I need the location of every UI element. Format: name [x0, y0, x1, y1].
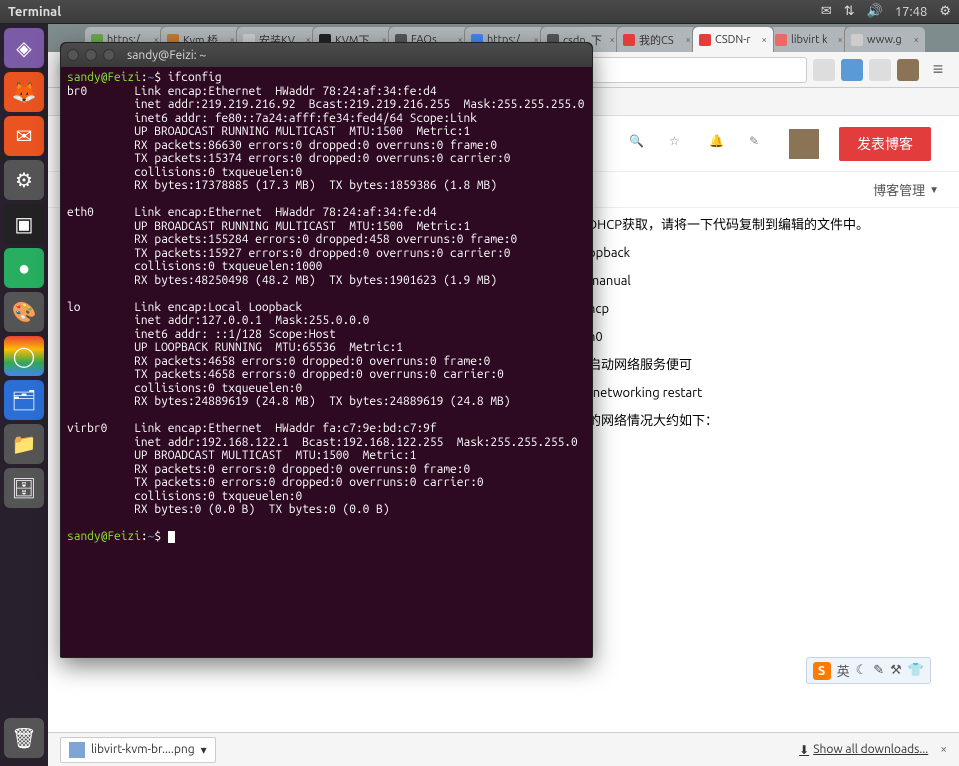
article-line: 启动网络服务便可 [588, 354, 959, 376]
browser-tab[interactable]: www.g× [844, 26, 926, 52]
edit-icon[interactable]: ✎ [749, 134, 769, 154]
download-filename: libvirt-kvm-br....png [91, 743, 195, 756]
tools-icon[interactable]: ⚒ [890, 663, 902, 678]
favicon [699, 34, 711, 46]
sogou-lang: 英 [837, 661, 850, 680]
blog-mgmt-label: 博客管理 [873, 180, 925, 199]
terminal-titlebar[interactable]: sandy@Feizi: ~ [61, 43, 592, 67]
profile-icon[interactable] [897, 59, 919, 81]
maximize-window-icon[interactable] [103, 49, 115, 61]
show-all-downloads[interactable]: ⬇ Show all downloads... [799, 743, 928, 757]
tab-title: CSDN-r [715, 34, 759, 46]
gimp-icon[interactable]: 🎨 [4, 292, 44, 332]
star-icon[interactable]: ☆ [669, 134, 689, 154]
terminal-title: sandy@Feizi: ~ [127, 49, 206, 62]
tab-title: libvirt k [791, 34, 835, 46]
extension-icon[interactable] [813, 59, 835, 81]
firefox-icon[interactable]: 🦊 [4, 72, 44, 112]
system-tray: ✉ ⇅ 🔊 17:48 ⚙ [821, 4, 951, 19]
close-tab-icon[interactable]: × [761, 34, 767, 45]
chevron-down-icon[interactable]: ▾ [201, 743, 207, 757]
mail-icon[interactable]: ✉ [821, 4, 832, 19]
chrome-icon[interactable]: ◯ [4, 336, 44, 376]
chevron-down-icon: ▼ [929, 184, 939, 196]
article-line: 的网络情况大约如下： [588, 410, 959, 432]
article-line: opback [588, 242, 959, 264]
download-shelf: libvirt-kvm-br....png ▾ ⬇ Show all downl… [48, 732, 959, 766]
article-line: h0 [588, 326, 959, 348]
pen-icon[interactable]: ✎ [873, 663, 884, 678]
file-icon [69, 742, 85, 758]
download-arrow-icon: ⬇ [799, 743, 809, 757]
close-tab-icon[interactable]: × [609, 34, 615, 45]
chrome-menu-button[interactable]: ≡ [925, 57, 951, 83]
skin-icon[interactable]: 👕 [908, 663, 924, 678]
article-line: manual [588, 270, 959, 292]
search-icon[interactable]: 🔍 [629, 134, 649, 154]
browser-tab[interactable]: libvirt k× [768, 26, 850, 52]
folder-icon[interactable]: 📁 [4, 424, 44, 464]
trash-icon[interactable]: 🗑 [4, 718, 44, 758]
sogou-logo: S [813, 662, 831, 680]
dash-icon[interactable]: ◈ [4, 28, 44, 68]
settings-icon[interactable]: ⚙ [4, 160, 44, 200]
favicon [623, 34, 635, 46]
extension-icon[interactable] [869, 59, 891, 81]
close-window-icon[interactable] [67, 49, 79, 61]
moon-icon[interactable]: ☾ [856, 663, 868, 678]
gear-icon[interactable]: ⚙ [939, 4, 951, 19]
avatar[interactable] [789, 129, 819, 159]
terminal-window[interactable]: sandy@Feizi: ~ sandy@Feizi:~$ ifconfig b… [60, 42, 593, 658]
volume-icon[interactable]: 🔊 [867, 4, 883, 19]
thunderbird-icon[interactable]: ✉ [4, 116, 44, 156]
global-menubar: Terminal ✉ ⇅ 🔊 17:48 ⚙ [0, 0, 959, 24]
article-line: /networking restart [588, 382, 959, 404]
network-icon[interactable]: ⇅ [844, 4, 855, 19]
tab-title: www.g [867, 34, 911, 46]
download-item[interactable]: libvirt-kvm-br....png ▾ [60, 737, 216, 763]
close-shelf-button[interactable]: × [940, 743, 947, 756]
files-icon[interactable]: 🗂 [4, 380, 44, 420]
bell-icon[interactable]: 🔔 [709, 134, 729, 154]
favicon [775, 34, 787, 46]
terminal-icon[interactable]: ▣ [4, 204, 44, 244]
browser-tab[interactable]: CSDN-r× [692, 26, 774, 52]
desktop: https:/×Kvm 桥×安装KV×KVM下×FAQs×https:/×csd… [48, 24, 959, 766]
terminal-body[interactable]: sandy@Feizi:~$ ifconfig br0 Link encap:E… [61, 67, 592, 657]
clock[interactable]: 17:48 [895, 5, 928, 19]
close-tab-icon[interactable]: × [837, 34, 843, 45]
close-tab-icon[interactable]: × [913, 34, 919, 45]
publish-button[interactable]: 发表博客 [839, 127, 931, 161]
minimize-window-icon[interactable] [85, 49, 97, 61]
sogou-widget[interactable]: S 英 ☾ ✎ ⚒ 👕 [806, 657, 931, 684]
browser-tab[interactable]: 我的CS× [616, 26, 698, 52]
favicon [851, 34, 863, 46]
tab-title: 我的CS [639, 32, 683, 48]
drive-icon[interactable]: 🗄 [4, 468, 44, 508]
app-icon[interactable]: ● [4, 248, 44, 288]
article-line: DHCP获取，请将一下代码复制到编辑的文件中。 [588, 214, 959, 236]
active-app-label: Terminal [8, 5, 61, 19]
close-tab-icon[interactable]: × [685, 34, 691, 45]
article-line: hcp [588, 298, 959, 320]
unity-launcher: ◈ 🦊 ✉ ⚙ ▣ ● 🎨 ◯ 🗂 📁 🗄 🗑 [0, 24, 48, 766]
extension-icon[interactable] [841, 59, 863, 81]
